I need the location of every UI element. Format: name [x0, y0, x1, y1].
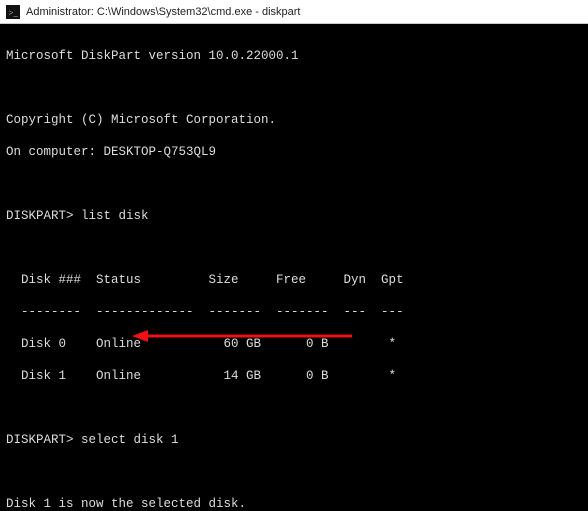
blank — [6, 240, 582, 256]
cmd-select-disk: DISKPART> select disk 1 — [6, 432, 582, 448]
window-title: Administrator: C:\Windows\System32\cmd.e… — [26, 6, 300, 18]
copyright: Copyright (C) Microsoft Corporation. — [6, 112, 582, 128]
svg-text:>_: >_ — [9, 7, 19, 17]
prompt: DISKPART> — [6, 209, 74, 223]
blank — [6, 80, 582, 96]
cmd-list-disk: DISKPART> list disk — [6, 208, 582, 224]
disk-table-header: Disk ### Status Size Free Dyn Gpt — [6, 272, 582, 288]
cmd-text: select disk 1 — [81, 433, 179, 447]
titlebar: >_ Administrator: C:\Windows\System32\cm… — [0, 0, 588, 24]
diskpart-version: Microsoft DiskPart version 10.0.22000.1 — [6, 48, 582, 64]
disk-table-divider: -------- ------------- ------- ------- -… — [6, 304, 582, 320]
terminal-output[interactable]: Microsoft DiskPart version 10.0.22000.1 … — [0, 24, 588, 511]
select-result: Disk 1 is now the selected disk. — [6, 496, 582, 511]
blank — [6, 176, 582, 192]
cmd-text: list disk — [81, 209, 149, 223]
cmd-icon: >_ — [6, 5, 20, 19]
on-computer: On computer: DESKTOP-Q753QL9 — [6, 144, 582, 160]
cmd-window: >_ Administrator: C:\Windows\System32\cm… — [0, 0, 588, 511]
disk-row-0: Disk 0 Online 60 GB 0 B * — [6, 336, 582, 352]
disk-row-1: Disk 1 Online 14 GB 0 B * — [6, 368, 582, 384]
prompt: DISKPART> — [6, 433, 74, 447]
blank — [6, 400, 582, 416]
blank — [6, 464, 582, 480]
